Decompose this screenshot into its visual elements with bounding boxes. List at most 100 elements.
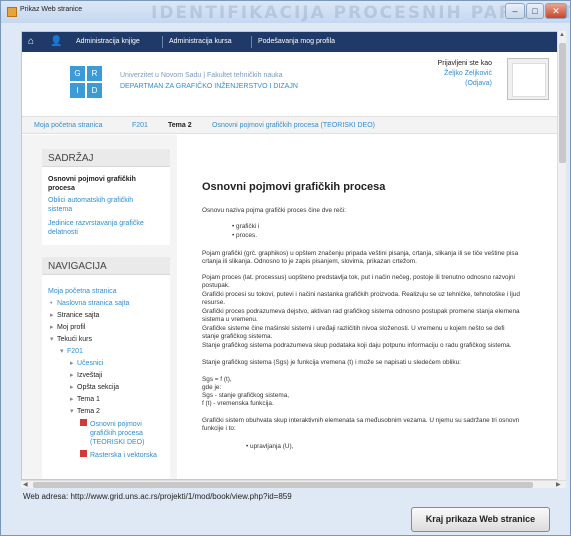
nav-separator: [251, 36, 252, 48]
nav-item-participants[interactable]: ▸ Učesnici: [70, 359, 103, 368]
toc-link[interactable]: Oblici automatskih grafičkih sistema: [48, 196, 133, 214]
nav-item-site-pages[interactable]: ▸ Stranice sajta: [50, 311, 99, 320]
minimize-button[interactable]: –: [505, 3, 525, 19]
breadcrumb-page[interactable]: Osnovni pojmovi grafičkih procesa (TEORI…: [212, 122, 375, 129]
end-preview-button[interactable]: Kraj prikaza Web stranice: [411, 507, 550, 532]
paragraph: Stanje grafičkog sistema podrazumeva sku…: [202, 342, 512, 349]
app-icon: [7, 7, 17, 17]
nav-item-general-section[interactable]: ▸ Opšta sekcija: [70, 383, 119, 392]
avatar[interactable]: [507, 58, 549, 100]
toc-link-line: sistema: [48, 206, 73, 213]
nav-page-label: Osnovni pojmovi: [90, 421, 142, 428]
browser-window: Prikaz Web stranice IDENTIFIKACIJA PROCE…: [0, 0, 571, 536]
paragraph: funkcije i to:: [202, 425, 236, 432]
expand-icon: ▸: [50, 324, 54, 331]
web-address: Web adresa: http://www.grid.uns.ac.rs/pr…: [23, 492, 292, 501]
collapse-icon: ▾: [50, 336, 54, 343]
paragraph: stanje grafičkog sistema.: [202, 333, 273, 340]
nav-item-my-home[interactable]: Moja početna stranica: [48, 287, 116, 296]
user-name-link[interactable]: Željko Zeljković: [420, 69, 492, 79]
address-url: http://www.grid.uns.ac.rs/projekti/1/mod…: [70, 492, 292, 501]
collapse-icon: ▾: [70, 408, 74, 415]
toc-link[interactable]: Jedinice razvrstavanja grafičke delatnos…: [48, 219, 144, 237]
nav-page-raster-vector[interactable]: Rasterska i vektorska: [80, 450, 157, 460]
toc-link-line: Jedinice razvrstavanja grafičke: [48, 220, 144, 227]
nav-item-reports[interactable]: ▸ Izveštaji: [70, 371, 102, 380]
paragraph: crtanja ili slikanja. Odnosno to je zapi…: [202, 258, 417, 265]
nav-item-topic-2[interactable]: ▾ Tema 2: [70, 407, 100, 416]
logged-label: Prijavljeni ste kao: [437, 60, 492, 67]
scroll-right-icon[interactable]: ▶: [556, 481, 561, 488]
expand-icon: ▸: [70, 360, 74, 367]
nav-item-label: Moj profil: [57, 324, 86, 331]
formula: f (t) - vremenska funkcija.: [202, 400, 274, 407]
nav-item-label: Moja početna stranica: [48, 288, 117, 295]
department-line[interactable]: DEPARTMAN ZA GRAFIČKO INŽENJERSTVO I DIZ…: [120, 83, 298, 90]
title-bar[interactable]: Prikaz Web stranice IDENTIFIKACIJA PROCE…: [1, 1, 571, 23]
nav-item-course-f201[interactable]: ▾ F201: [60, 347, 83, 356]
nav-item-topic-1[interactable]: ▸ Tema 1: [70, 395, 100, 404]
bullet-item: • upravljanja (U),: [246, 443, 294, 450]
user-icon[interactable]: 👤: [50, 36, 62, 48]
nav-item-label: F201: [67, 348, 83, 355]
logo-letter: G: [70, 66, 85, 81]
paragraph: sistema u vremenu.: [202, 316, 258, 323]
maximize-button[interactable]: □: [526, 3, 544, 19]
nav-page-label: grafičkih procesa: [90, 430, 143, 437]
paragraph: resurse.: [202, 299, 226, 306]
nav-item-label: Učesnici: [77, 360, 104, 367]
scroll-thumb[interactable]: [559, 43, 566, 163]
nav-page-label: (TEORISKI DEO): [90, 439, 145, 446]
scroll-up-icon[interactable]: ▲: [559, 32, 565, 38]
nav-separator: [162, 36, 163, 48]
nav-item-my-profile[interactable]: ▸ Moj profil: [50, 323, 85, 332]
nav-item-label: Tema 2: [77, 408, 100, 415]
home-icon[interactable]: ⌂: [28, 37, 38, 47]
nav-page-label: Rasterska i vektorska: [90, 452, 157, 459]
page-icon: [80, 419, 87, 426]
window-title: Prikaz Web stranice: [20, 6, 83, 13]
expand-icon: ▸: [70, 396, 74, 403]
bullet-item: • proces.: [232, 232, 257, 239]
nav-item-label: Naslovna stranica sajta: [57, 300, 130, 307]
horizontal-scrollbar[interactable]: ◀ ▶: [21, 480, 566, 488]
nav-item-label: Stranice sajta: [57, 312, 100, 319]
breadcrumb: Moja početna stranica F201 Tema 2 Osnovn…: [22, 116, 565, 134]
nav-link-course-admin[interactable]: Administracija kursa: [169, 38, 232, 45]
address-label: Web adresa:: [23, 492, 69, 501]
left-column: SADRŽAJ Osnovni pojmovi grafičkih proces…: [22, 135, 177, 479]
page-heading: Osnovni pojmovi grafičkih procesa: [202, 181, 386, 193]
toc-active-item[interactable]: Osnovni pojmovi grafičkih procesa: [48, 175, 136, 193]
toc-title: SADRŽAJ: [42, 149, 170, 167]
login-info: Prijavljeni ste kao Željko Zeljković (Od…: [420, 59, 492, 89]
nav-page-basic-concepts[interactable]: Osnovni pojmovi grafičkih procesa (TEORI…: [80, 419, 144, 447]
bullet-item: • grafički i: [232, 223, 260, 230]
main-content: Osnovni pojmovi grafičkih procesa Osnovu…: [186, 135, 565, 479]
logo-letter: D: [87, 83, 102, 98]
paragraph: postupak.: [202, 282, 230, 289]
logo-letter: I: [70, 83, 85, 98]
grid-logo[interactable]: G R I D: [70, 66, 102, 98]
breadcrumb-home[interactable]: Moja početna stranica: [34, 122, 102, 129]
nav-item-current-course[interactable]: ▾ Tekući kurs: [50, 335, 92, 344]
nav-link-profile-settings[interactable]: Podešavanja mog profila: [258, 38, 335, 45]
nav-link-book-admin[interactable]: Administracija knjige: [76, 38, 140, 45]
paragraph: Stanje grafičkog sistema (Sgs) je funkci…: [202, 359, 461, 366]
close-button[interactable]: ✕: [545, 3, 567, 19]
bullet-text: proces.: [236, 232, 257, 239]
scroll-left-icon[interactable]: ◀: [23, 481, 28, 488]
breadcrumb-topic[interactable]: Tema 2: [168, 122, 192, 129]
web-content: ⌂ 👤 Administracija knjige Administracija…: [21, 31, 566, 480]
nav-item-site-home[interactable]: • Naslovna stranica sajta: [50, 299, 129, 308]
vertical-scrollbar[interactable]: ▲: [557, 31, 566, 480]
logout-link[interactable]: (Odjava): [420, 79, 492, 89]
toc-block: SADRŽAJ Osnovni pojmovi grafičkih proces…: [42, 149, 170, 245]
breadcrumb-course[interactable]: F201: [132, 122, 148, 129]
scroll-thumb[interactable]: [33, 482, 533, 488]
paragraph: Osnovu naziva pojma grafički proces čine…: [202, 207, 346, 214]
nav-item-label: Izveštaji: [77, 372, 103, 379]
toc-link-line: delatnosti: [48, 229, 78, 236]
expand-icon: ▸: [50, 312, 54, 319]
navigation-block: NAVIGACIJA Moja početna stranica • Naslov…: [42, 257, 170, 479]
navigation-title: NAVIGACIJA: [42, 257, 170, 275]
